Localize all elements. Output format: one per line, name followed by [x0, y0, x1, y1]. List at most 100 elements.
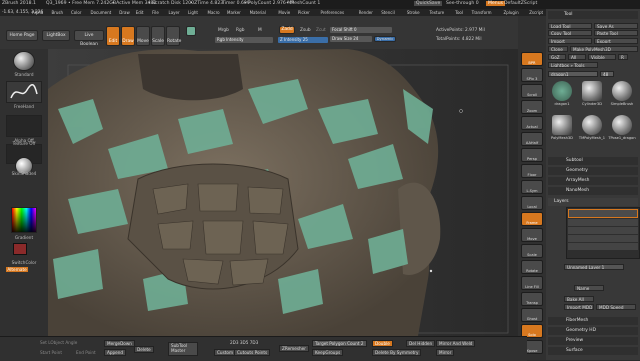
menu-file[interactable]: File: [152, 10, 159, 15]
lightbox-button[interactable]: LightBox: [42, 30, 70, 41]
arraymesh-section[interactable]: ArrayMesh: [548, 177, 638, 185]
tray-rotate-button[interactable]: Rotate: [521, 260, 543, 274]
draw-size-slider[interactable]: Draw Size 24: [330, 36, 372, 42]
tray-ghost-button[interactable]: Ghost: [521, 308, 543, 322]
tray-floor-button[interactable]: Floor: [521, 164, 543, 178]
menu-stencil[interactable]: Stencil: [381, 10, 395, 15]
tray-frame-button[interactable]: Frame: [521, 212, 543, 226]
cutouts-points-button[interactable]: Cutouts Points: [234, 349, 271, 356]
rotate-button[interactable]: Rotate: [166, 26, 181, 46]
delete-by-symmetry-button[interactable]: Delete By Symmetry: [372, 349, 422, 356]
menu-render[interactable]: Render: [359, 10, 373, 15]
home-page-button[interactable]: Home Page: [6, 30, 38, 41]
fibermesh-section[interactable]: FiberMesh: [548, 317, 638, 325]
visible-button[interactable]: Visible: [588, 54, 616, 60]
tool-thumbnail[interactable]: SimpleBrush: [608, 80, 636, 112]
menu-movie[interactable]: Movie: [278, 10, 290, 15]
layers-section[interactable]: Layers: [548, 198, 638, 206]
mirror-and-weld-button[interactable]: Mirror And Weld: [436, 340, 476, 347]
tool-thumbnail[interactable]: TPose1_dragon: [608, 114, 636, 146]
canvas-viewport[interactable]: [48, 49, 518, 336]
menu-marker[interactable]: Marker: [227, 10, 241, 15]
menu-tool[interactable]: Tool: [455, 10, 463, 15]
menu-draw[interactable]: Draw: [119, 10, 129, 15]
keep-groups-button[interactable]: KeepGroups: [312, 349, 344, 356]
double-button[interactable]: Double: [372, 340, 393, 347]
menu-picker[interactable]: Picker: [298, 10, 310, 15]
target-polycount-slider[interactable]: Target Polygon Count 2: [312, 340, 367, 347]
zsub-toggle[interactable]: Zsub: [300, 28, 311, 33]
r-button[interactable]: R: [618, 54, 628, 60]
tool-thumbnail[interactable]: PolyMesh3D: [548, 114, 576, 146]
merge-down-button[interactable]: MergeDown: [104, 340, 135, 347]
tray-aahalf-button[interactable]: AAHalf: [521, 132, 543, 146]
all-button[interactable]: All: [568, 54, 586, 60]
menu-color[interactable]: Color: [71, 10, 81, 15]
bake-all-button[interactable]: Bake All: [564, 296, 594, 302]
tray-line-fill-button[interactable]: Line Fill: [521, 276, 543, 290]
save-as-button[interactable]: Save As: [594, 23, 638, 29]
menu-transform[interactable]: Transform: [472, 10, 492, 15]
paste-tool-button[interactable]: Paste Tool: [594, 30, 638, 36]
layer-row[interactable]: [568, 227, 638, 234]
layer-row-active[interactable]: [568, 209, 638, 218]
subtool-section[interactable]: Subtool: [548, 157, 638, 165]
zcut-toggle[interactable]: Zcut: [316, 28, 326, 33]
custom-button[interactable]: Custom: [214, 349, 237, 356]
draw-button[interactable]: Draw: [121, 26, 135, 46]
quicksave-button[interactable]: QuickSave: [414, 1, 443, 6]
mirror-button[interactable]: Mirror: [436, 349, 455, 356]
rgb-intensity-slider[interactable]: Rgb Intensity: [215, 37, 273, 43]
tray-persp-button[interactable]: Persp: [521, 148, 543, 162]
mrgb-toggle[interactable]: Mrgb: [218, 28, 229, 33]
load-tool-button[interactable]: Load Tool: [548, 23, 592, 29]
menu-edit[interactable]: Edit: [136, 10, 144, 15]
goz-button[interactable]: GoZ: [548, 54, 566, 60]
menu-texture[interactable]: Texture: [430, 10, 445, 15]
copy-tool-button[interactable]: Copy Tool: [548, 30, 592, 36]
alternate-button[interactable]: Alternate: [6, 267, 28, 272]
menu-document[interactable]: Document: [91, 10, 112, 15]
menu-material[interactable]: Material: [250, 10, 266, 15]
make-polymesh-button[interactable]: Make PolyMesh3D: [570, 46, 638, 52]
tool-thumbnail[interactable]: Cylinder3D: [578, 80, 606, 112]
menu-macro[interactable]: Macro: [208, 10, 220, 15]
preview-section[interactable]: Preview: [548, 337, 638, 345]
tool-thumbnail[interactable]: dragon1: [548, 80, 576, 112]
color-picker[interactable]: [11, 207, 37, 233]
geometry-section[interactable]: Geometry: [548, 167, 638, 175]
delete-button[interactable]: Delete: [134, 346, 154, 353]
tray-l-sym-button[interactable]: L.Sym: [521, 180, 543, 194]
menu-brush[interactable]: Brush: [52, 10, 64, 15]
lightbox-tools-button[interactable]: Lightbox » Tools: [548, 62, 598, 68]
standard-brush-icon[interactable]: [13, 51, 35, 71]
nanomesh-section[interactable]: NanoMesh: [548, 187, 638, 195]
tray-spix-3-button[interactable]: SPix 3: [521, 68, 543, 82]
seethrough-slider[interactable]: See-through 0: [446, 1, 479, 6]
clone-button[interactable]: Clone: [548, 46, 568, 52]
material-swatch[interactable]: [186, 26, 196, 36]
menu-alpha[interactable]: Alpha: [32, 10, 43, 15]
menu-layer[interactable]: Layer: [169, 10, 180, 15]
layer-row[interactable]: [568, 219, 638, 226]
tray-scale-button[interactable]: Scale: [521, 244, 543, 258]
menu-zscript[interactable]: Zscript: [529, 10, 543, 15]
append-button[interactable]: Append: [104, 349, 127, 356]
layer-name-slider[interactable]: Unnamed Layer 1: [564, 264, 624, 270]
layer-row[interactable]: [568, 243, 638, 250]
menu-light[interactable]: Light: [188, 10, 198, 15]
tray-local-button[interactable]: Local: [521, 196, 543, 210]
scale-button[interactable]: Scale: [151, 26, 165, 46]
tray-actual-button[interactable]: Actual: [521, 116, 543, 130]
tray-move-button[interactable]: Move: [521, 228, 543, 242]
zadd-button[interactable]: Zadd: [279, 26, 295, 34]
z-intensity-slider[interactable]: Z Intensity 25: [278, 37, 328, 43]
dynamic-button[interactable]: Dynamic: [374, 36, 396, 42]
alpha-off-icon[interactable]: [6, 115, 42, 137]
current-tool-slider[interactable]: dragon1: [548, 71, 598, 77]
import-button[interactable]: Import: [548, 38, 592, 44]
mdd-speed-slider[interactable]: MDD Speed: [596, 304, 636, 310]
m-toggle[interactable]: M: [258, 28, 262, 33]
menus-button[interactable]: Menus: [486, 1, 506, 6]
layer-row[interactable]: [568, 235, 638, 242]
